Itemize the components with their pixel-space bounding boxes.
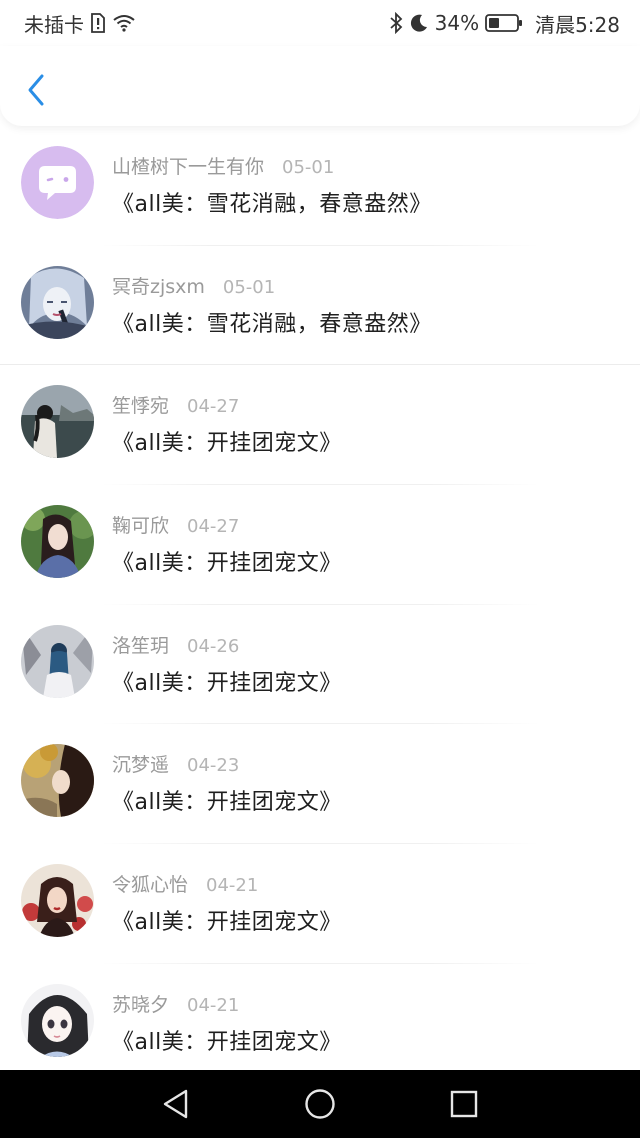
photo-avatar[interactable] xyxy=(21,744,94,818)
item-meta: 苏晓夕 04-21 xyxy=(112,990,239,1017)
list-item[interactable]: 冥奇zjsxm 05-01 《all美：雪花消融，春意盎然》 xyxy=(0,246,640,366)
chat-bubble-avatar[interactable] xyxy=(21,146,94,219)
home-circle-icon xyxy=(305,1089,335,1119)
clock: 清晨5:28 xyxy=(535,12,620,37)
system-nav-bar xyxy=(0,1070,640,1138)
user-name[interactable]: 苏晓夕 xyxy=(112,990,169,1017)
photo-avatar[interactable] xyxy=(21,624,94,698)
work-title[interactable]: 《all美：雪花消融，春意盎然》 xyxy=(112,306,432,338)
battery-percent: 34% xyxy=(434,11,480,35)
item-meta: 鞠可欣 04-27 xyxy=(112,511,239,538)
post-date: 04-21 xyxy=(206,875,259,897)
chevron-left-icon xyxy=(28,74,44,106)
carrier-label: 未插卡 xyxy=(24,12,84,37)
work-title[interactable]: 《all美：开挂团宠文》 xyxy=(112,784,342,816)
back-button[interactable] xyxy=(18,68,54,112)
status-right: 34% 清晨5:28 xyxy=(389,9,620,38)
item-meta: 山楂树下一生有你 05-01 xyxy=(112,152,334,179)
work-title[interactable]: 《all美：开挂团宠文》 xyxy=(112,1024,342,1056)
photo-avatar[interactable] xyxy=(21,505,94,579)
item-meta: 笙悸宛 04-27 xyxy=(112,391,239,418)
item-meta: 令狐心怡 04-21 xyxy=(112,870,258,897)
photo-avatar[interactable] xyxy=(21,385,94,459)
post-date: 04-21 xyxy=(187,994,240,1016)
list-item[interactable]: 洛笙玥 04-26 《all美：开挂团宠文》 xyxy=(0,605,640,725)
post-date: 05-01 xyxy=(222,276,276,298)
photo-avatar[interactable] xyxy=(21,864,94,938)
list-item[interactable]: 鞠可欣 04-27 《all美：开挂团宠文》 xyxy=(0,485,640,605)
back-triangle-icon xyxy=(163,1089,188,1119)
recents-square-icon xyxy=(450,1090,478,1118)
item-meta: 沉梦遥 04-23 xyxy=(112,750,239,777)
wifi-icon xyxy=(112,13,136,33)
work-title[interactable]: 《all美：开挂团宠文》 xyxy=(112,545,342,577)
list-item[interactable]: 令狐心怡 04-21 《all美：开挂团宠文》 xyxy=(0,844,640,964)
comment-list: 山楂树下一生有你 05-01 《all美：雪花消融，春意盎然》 冥奇zjsxm … xyxy=(0,126,640,1070)
item-meta: 冥奇zjsxm 05-01 xyxy=(112,272,275,299)
list-item[interactable]: 笙悸宛 04-27 《all美：开挂团宠文》 xyxy=(0,365,640,486)
battery-icon xyxy=(485,13,523,33)
list-item[interactable]: 山楂树下一生有你 05-01 《all美：雪花消融，春意盎然》 xyxy=(0,126,640,246)
list-item[interactable]: 苏晓夕 04-21 《all美：开挂团宠文》 xyxy=(0,964,640,1070)
nav-back-button[interactable] xyxy=(152,1080,200,1128)
user-name[interactable]: 鞠可欣 xyxy=(112,511,169,538)
work-title[interactable]: 《all美：雪花消融，春意盎然》 xyxy=(112,186,432,218)
status-bar: 未插卡 34% 清晨5:28 xyxy=(0,0,640,46)
user-name[interactable]: 冥奇zjsxm xyxy=(112,272,205,299)
post-date: 05-01 xyxy=(282,157,335,178)
user-name[interactable]: 笙悸宛 xyxy=(112,391,169,418)
post-date: 04-26 xyxy=(187,635,240,657)
work-title[interactable]: 《all美：开挂团宠文》 xyxy=(112,904,342,936)
anime-avatar[interactable] xyxy=(21,983,94,1057)
work-title[interactable]: 《all美：开挂团宠文》 xyxy=(112,665,342,697)
item-meta: 洛笙玥 04-26 xyxy=(112,631,239,658)
user-name[interactable]: 沉梦遥 xyxy=(112,750,169,777)
nav-home-button[interactable] xyxy=(296,1080,344,1128)
bluetooth-icon xyxy=(389,12,403,34)
sim-alert-icon xyxy=(90,13,106,33)
nav-recents-button[interactable] xyxy=(440,1080,488,1128)
list-item[interactable]: 沉梦遥 04-23 《all美：开挂团宠文》 xyxy=(0,724,640,845)
moon-icon xyxy=(409,13,429,33)
work-title[interactable]: 《all美：开挂团宠文》 xyxy=(112,425,342,457)
user-name[interactable]: 洛笙玥 xyxy=(112,631,169,658)
user-name[interactable]: 山楂树下一生有你 xyxy=(112,152,264,179)
app-header xyxy=(0,46,640,126)
post-date: 04-27 xyxy=(187,516,240,538)
anime-avatar[interactable] xyxy=(21,265,94,339)
post-date: 04-23 xyxy=(187,755,240,777)
post-date: 04-27 xyxy=(187,396,240,418)
status-left: 未插卡 xyxy=(24,9,136,38)
user-name[interactable]: 令狐心怡 xyxy=(112,870,188,897)
